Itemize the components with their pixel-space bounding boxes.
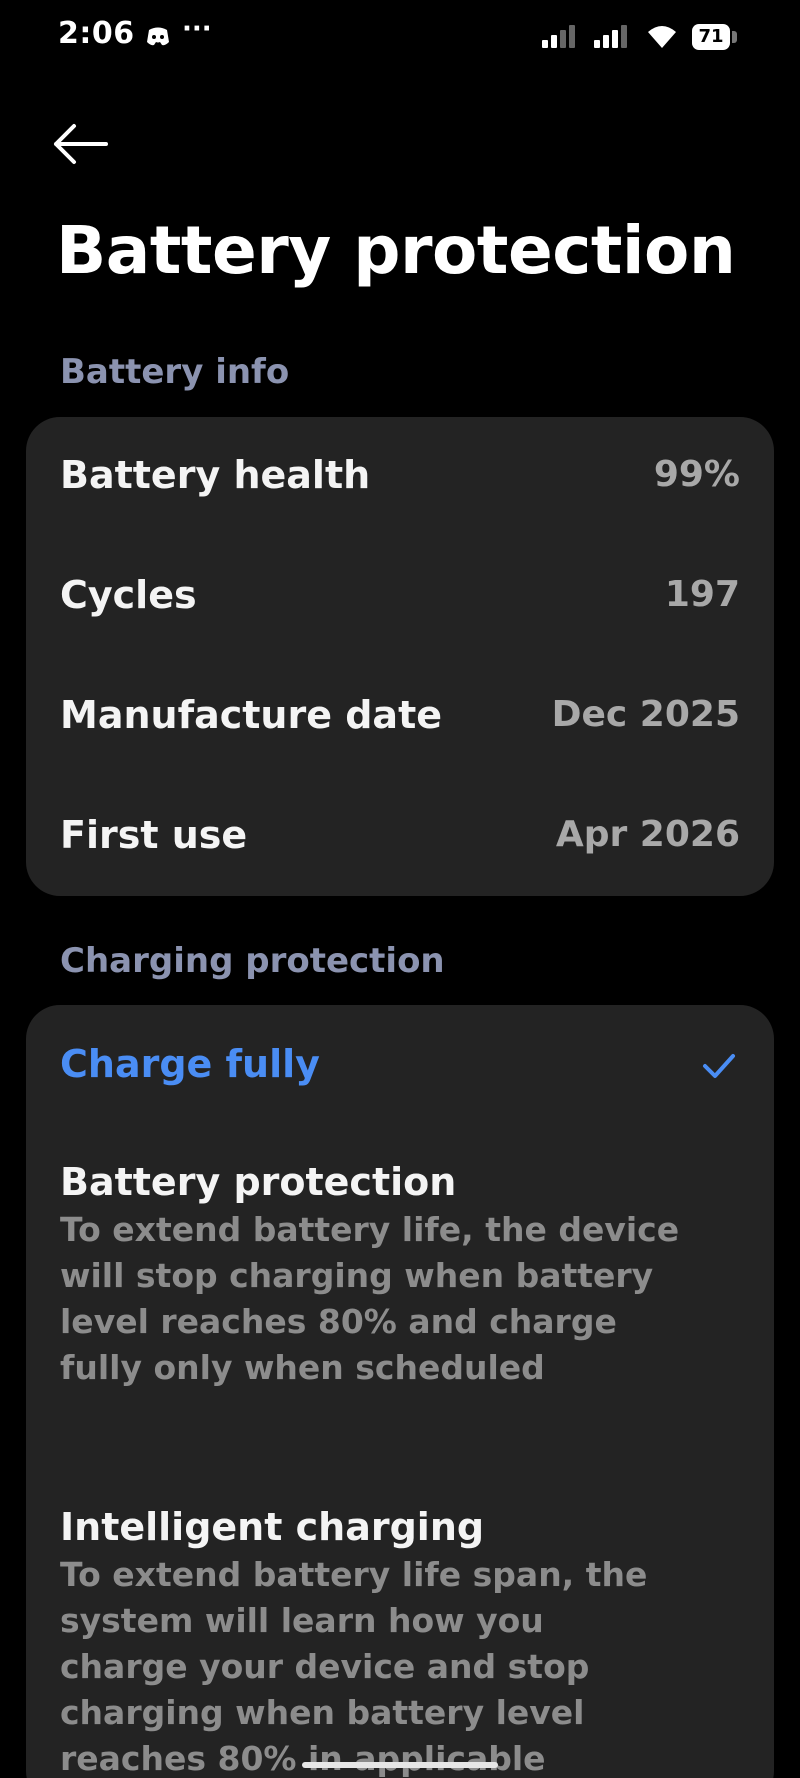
- option-battery-protection[interactable]: Battery protection To extend battery lif…: [60, 1157, 740, 1391]
- back-button[interactable]: [52, 118, 112, 170]
- section-header-battery-info: Battery info: [60, 352, 290, 392]
- info-row-battery-health: Battery health 99%: [60, 445, 740, 505]
- info-row-manufacture-date: Manufacture date Dec 2025: [60, 685, 740, 745]
- battery-icon: 71: [692, 24, 730, 50]
- discord-icon: [147, 27, 169, 46]
- info-value: 99%: [653, 454, 740, 495]
- status-time: 2:06: [58, 16, 135, 51]
- arrow-left-icon: [54, 124, 108, 164]
- info-value: 197: [664, 574, 740, 615]
- info-row-first-use: First use Apr 2026: [60, 805, 740, 865]
- checkmark-icon: [703, 1054, 735, 1078]
- info-label: Battery health: [60, 453, 371, 497]
- status-bar: 2:06 ··· 71: [0, 0, 800, 80]
- option-description: To extend battery life, the device will …: [60, 1210, 680, 1387]
- page-title: Battery protection: [56, 212, 736, 289]
- info-value: Apr 2026: [555, 814, 740, 855]
- option-title: Intelligent charging: [60, 1505, 485, 1549]
- home-indicator[interactable]: [302, 1762, 498, 1768]
- option-title: Battery protection: [60, 1160, 457, 1204]
- option-intelligent-charging[interactable]: Intelligent charging To extend battery l…: [60, 1502, 740, 1778]
- more-notifications-icon: ···: [182, 14, 212, 44]
- section-header-charging-protection: Charging protection: [60, 941, 445, 981]
- info-label: Manufacture date: [60, 693, 443, 737]
- info-row-cycles: Cycles 197: [60, 565, 740, 625]
- info-value: Dec 2025: [551, 694, 740, 735]
- info-label: Cycles: [60, 573, 197, 617]
- battery-info-card: Battery health 99% Cycles 197 Manufactur…: [26, 417, 774, 896]
- charging-protection-card: Charge fully Battery protection To exten…: [26, 1005, 774, 1778]
- info-label: First use: [60, 813, 248, 857]
- option-title: Charge fully: [60, 1042, 320, 1086]
- wifi-icon: [648, 26, 676, 48]
- option-charge-fully[interactable]: Charge fully: [60, 1039, 740, 1099]
- battery-cap: [732, 31, 737, 43]
- signal-icon-1: [542, 25, 575, 48]
- option-description: To extend battery life span, the system …: [60, 1555, 648, 1778]
- signal-icon-2: [594, 25, 627, 48]
